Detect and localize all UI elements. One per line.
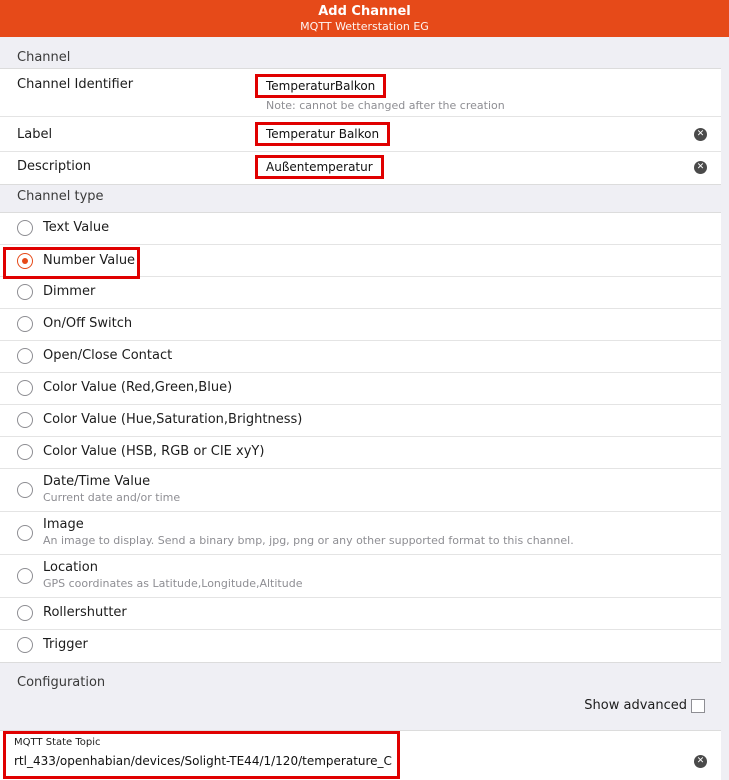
radio-dimmer[interactable] xyxy=(17,284,33,300)
channel-type-option-image[interactable]: Image An image to display. Send a binary… xyxy=(0,512,721,555)
radio-trigger[interactable] xyxy=(17,637,33,653)
channel-type-option-color-hsb[interactable]: Color Value (Hue,Saturation,Brightness) xyxy=(0,405,721,437)
channel-type-option-trigger[interactable]: Trigger xyxy=(0,630,721,662)
channel-type-option-color-cie[interactable]: Color Value (HSB, RGB or CIE xyY) xyxy=(0,437,721,469)
option-desc: An image to display. Send a binary bmp, … xyxy=(43,534,574,547)
description-input[interactable]: Außentemperatur xyxy=(255,155,384,179)
channel-type-option-dimmer[interactable]: Dimmer xyxy=(0,277,721,309)
option-label: Dimmer xyxy=(43,284,96,299)
mqtt-state-topic-card: MQTT State Topic rtl_433/openhabian/devi… xyxy=(0,730,721,780)
page-subtitle: MQTT Wetterstation EG xyxy=(300,20,429,33)
radio-date-time[interactable] xyxy=(17,482,33,498)
channel-type-option-color-rgb[interactable]: Color Value (Red,Green,Blue) xyxy=(0,373,721,405)
channel-type-option-location[interactable]: Location GPS coordinates as Latitude,Lon… xyxy=(0,555,721,598)
option-label: Trigger xyxy=(43,637,88,652)
show-advanced-checkbox[interactable] xyxy=(691,699,705,713)
option-label: Rollershutter xyxy=(43,605,127,620)
section-title-configuration: Configuration xyxy=(17,675,106,690)
channel-type-option-datetime[interactable]: Date/Time Value Current date and/or time xyxy=(0,469,721,512)
channel-type-option-contact[interactable]: Open/Close Contact xyxy=(0,341,721,373)
mqtt-state-topic-input[interactable]: rtl_433/openhabian/devices/Solight-TE44/… xyxy=(14,754,392,768)
channel-type-option-rollershutter[interactable]: Rollershutter xyxy=(0,598,721,630)
channel-identifier-input[interactable]: TemperaturBalkon xyxy=(255,74,387,98)
channel-identifier-label: Channel Identifier xyxy=(17,77,134,92)
mqtt-state-topic-label: MQTT State Topic xyxy=(14,737,101,748)
radio-text-value[interactable] xyxy=(17,220,33,236)
radio-color-rgb[interactable] xyxy=(17,380,33,396)
radio-open-close-contact[interactable] xyxy=(17,348,33,364)
show-advanced-row: Show advanced xyxy=(0,694,729,721)
channel-identifier-row: Channel Identifier TemperaturBalkon Note… xyxy=(0,69,721,117)
label-row: Label Temperatur Balkon ✕ xyxy=(0,117,721,152)
option-label: Open/Close Contact xyxy=(43,348,173,363)
channel-type-option-number[interactable]: Number Value xyxy=(0,245,721,279)
option-desc: GPS coordinates as Latitude,Longitude,Al… xyxy=(43,577,303,590)
radio-color-cie[interactable] xyxy=(17,444,33,460)
option-label: Color Value (Hue,Saturation,Brightness) xyxy=(43,412,303,427)
clear-description-icon[interactable]: ✕ xyxy=(694,161,707,174)
clear-label-icon[interactable]: ✕ xyxy=(694,128,707,141)
option-label: Color Value (Red,Green,Blue) xyxy=(43,380,233,395)
section-title-channel: Channel xyxy=(17,50,71,65)
description-row: Description Außentemperatur ✕ xyxy=(0,152,721,184)
option-label: Location xyxy=(43,560,98,575)
option-label: Text Value xyxy=(43,220,110,235)
label-label: Label xyxy=(17,127,53,142)
show-advanced-label: Show advanced xyxy=(584,698,687,713)
channel-type-list: Text Value Number Value Dimmer On/Off Sw… xyxy=(0,212,721,663)
radio-on-off-switch[interactable] xyxy=(17,316,33,332)
option-label: Image xyxy=(43,517,84,532)
section-title-channel-type: Channel type xyxy=(17,189,104,204)
radio-color-hsb[interactable] xyxy=(17,412,33,428)
channel-type-option-switch[interactable]: On/Off Switch xyxy=(0,309,721,341)
option-label: Color Value (HSB, RGB or CIE xyY) xyxy=(43,444,265,459)
channel-card: Channel Identifier TemperaturBalkon Note… xyxy=(0,68,721,185)
radio-location[interactable] xyxy=(17,568,33,584)
radio-number-value[interactable] xyxy=(17,253,33,269)
channel-type-option-text[interactable]: Text Value xyxy=(0,213,721,245)
channel-identifier-note: Note: cannot be changed after the creati… xyxy=(266,99,505,112)
description-label: Description xyxy=(17,159,92,174)
label-input[interactable]: Temperatur Balkon xyxy=(255,122,391,146)
option-desc: Current date and/or time xyxy=(43,491,181,504)
radio-rollershutter[interactable] xyxy=(17,605,33,621)
page-header: Add Channel MQTT Wetterstation EG xyxy=(0,0,729,37)
option-label: On/Off Switch xyxy=(43,316,133,331)
clear-mqtt-topic-icon[interactable]: ✕ xyxy=(694,755,707,768)
option-label: Number Value xyxy=(43,253,136,268)
option-label: Date/Time Value xyxy=(43,474,151,489)
page-title: Add Channel xyxy=(318,4,411,19)
radio-image[interactable] xyxy=(17,525,33,541)
